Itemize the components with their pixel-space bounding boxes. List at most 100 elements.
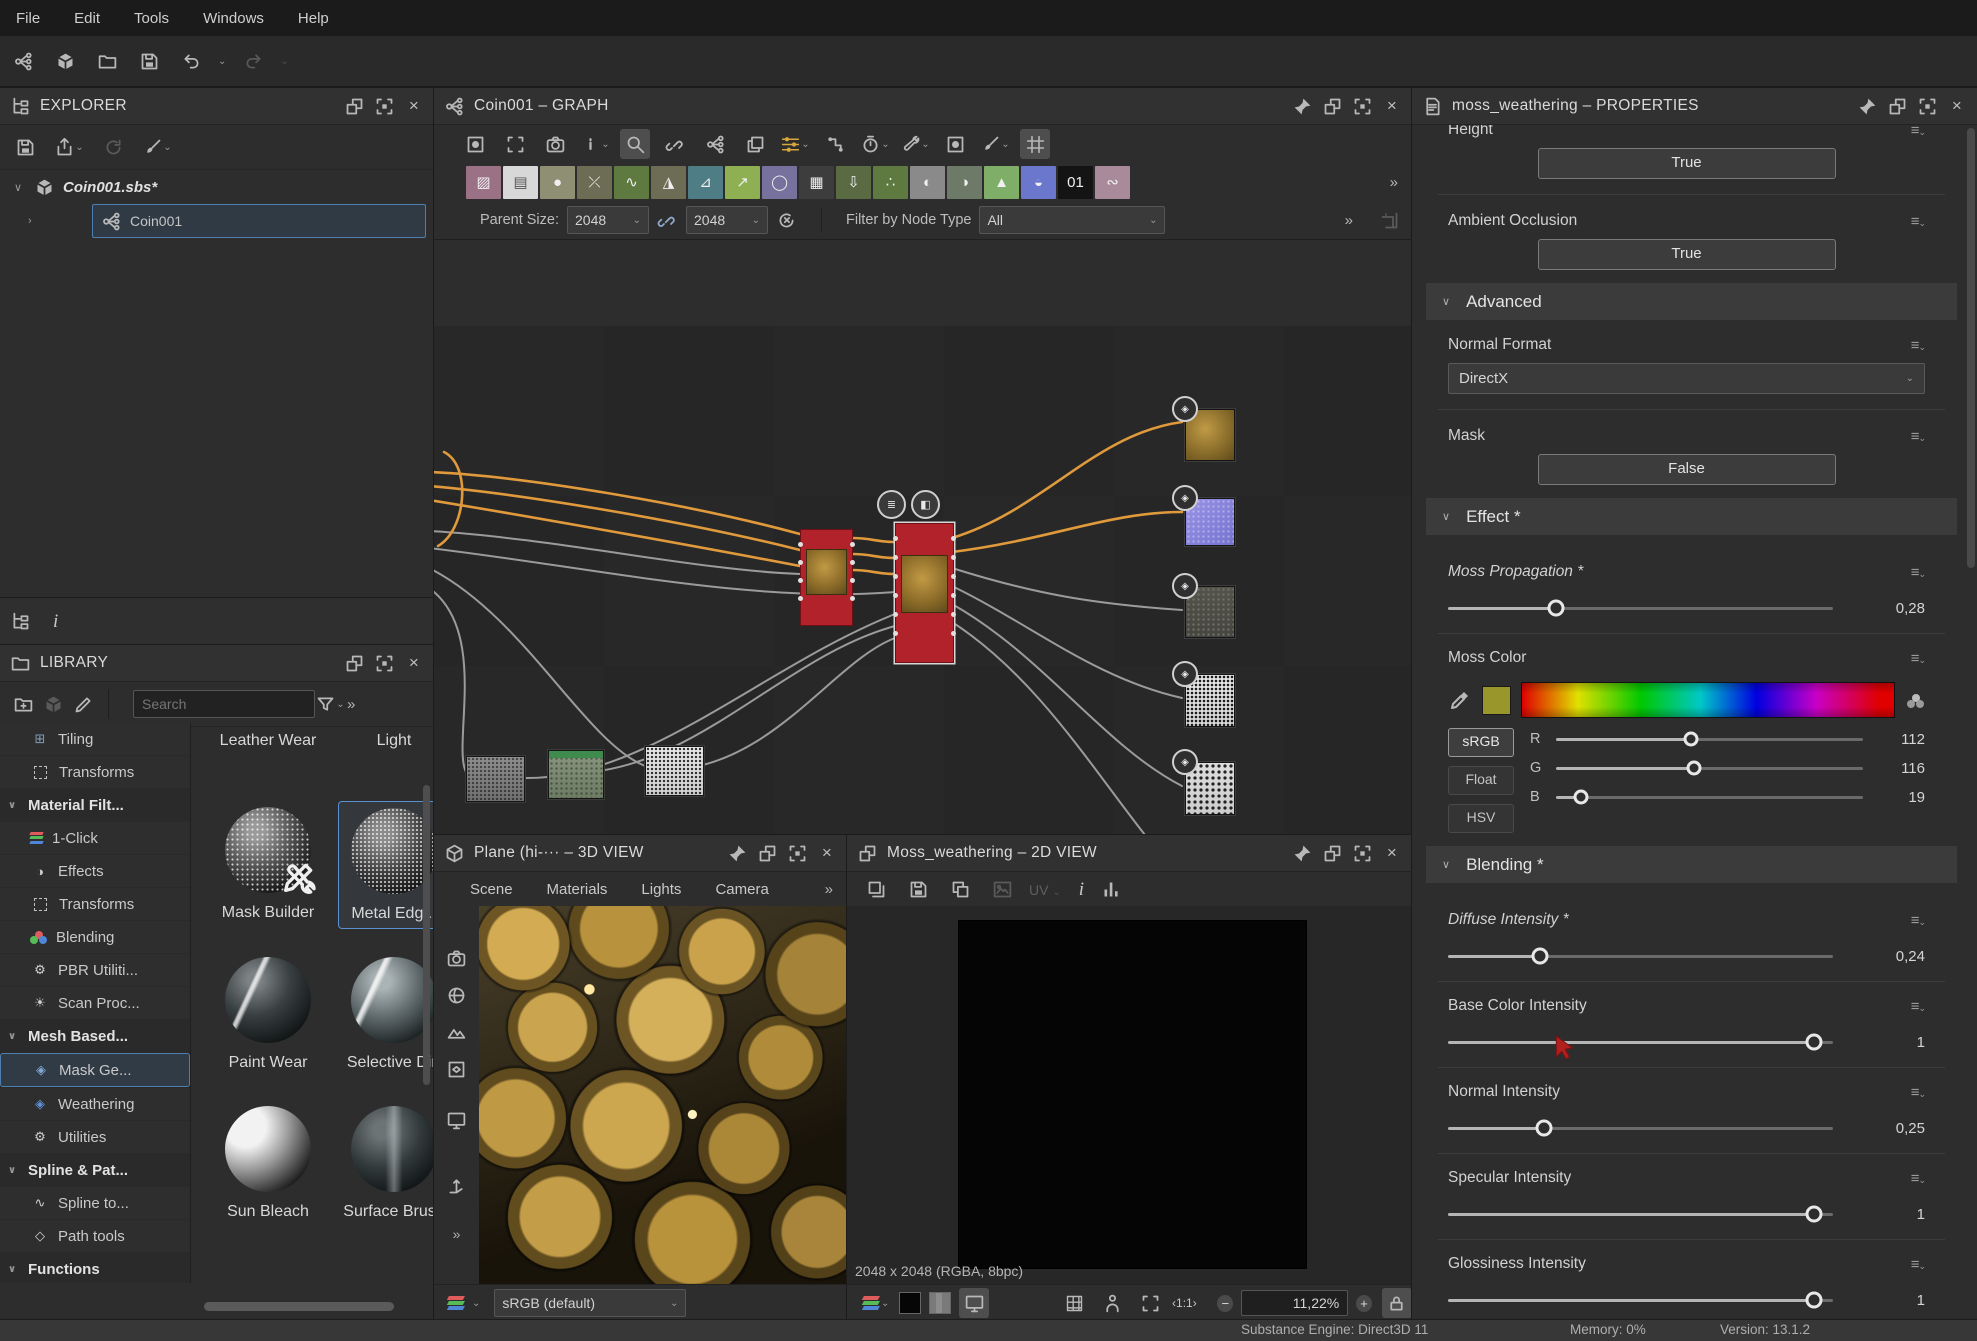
settings-overflow-button[interactable]: »: [1345, 212, 1353, 229]
row-menu-icon[interactable]: ≡⌄: [1911, 1084, 1925, 1101]
library-item-selective-dirt[interactable]: Selective Dirt: [338, 951, 434, 1077]
output-connectors[interactable]: [850, 542, 855, 547]
base-color-intensity-slider[interactable]: [1448, 1041, 1833, 1044]
mask-toggle-button[interactable]: False: [1538, 454, 1836, 485]
parent-height-select[interactable]: 2048⌄: [686, 206, 768, 234]
maximize-panel-icon[interactable]: [1352, 843, 1373, 864]
view-3d-badge-icon[interactable]: ◈: [1172, 396, 1198, 422]
view3d-menu-overflow[interactable]: »: [825, 881, 833, 898]
maximize-panel-icon[interactable]: [787, 843, 808, 864]
pin-panel-icon[interactable]: [1292, 96, 1313, 117]
graph-hierarchy-button[interactable]: [700, 129, 730, 159]
environment-icon[interactable]: [446, 1022, 467, 1043]
display-gamma-button[interactable]: [959, 1288, 989, 1318]
histogram-button[interactable]: [1096, 875, 1126, 905]
menu-help[interactable]: Help: [298, 10, 329, 27]
library-item-light[interactable]: Light: [338, 731, 434, 793]
input-connectors[interactable]: [798, 542, 803, 547]
explorer-reload-button[interactable]: [98, 132, 128, 162]
node-histogram-scan-button[interactable]: ▲: [984, 166, 1019, 199]
library-category-pbr-utiliti[interactable]: ⚙PBR Utiliti...: [0, 954, 190, 986]
channel-b-slider[interactable]: [1556, 796, 1863, 799]
link-size-icon[interactable]: [657, 210, 678, 231]
close-panel-icon[interactable]: ×: [1382, 96, 1402, 116]
uv-overlay-button[interactable]: UV ⌄: [1029, 882, 1061, 898]
menu-file[interactable]: File: [16, 10, 40, 27]
node-warp-button[interactable]: ⊿: [688, 166, 723, 199]
node-blend-button[interactable]: ◐: [910, 166, 945, 199]
color-mode-float-button[interactable]: Float: [1448, 766, 1514, 795]
input-connectors[interactable]: [893, 536, 898, 541]
channel-r-slider[interactable]: [1556, 738, 1863, 741]
moss-color-swatch[interactable]: [1482, 686, 1511, 715]
view-3d-badge-icon[interactable]: ◈: [1172, 749, 1198, 775]
actual-size-button[interactable]: [500, 129, 530, 159]
view-3d-badge-icon[interactable]: ◈: [1172, 661, 1198, 687]
tools-button[interactable]: ⌄: [900, 129, 930, 159]
material-sphere-icon[interactable]: [446, 985, 467, 1006]
menu-windows[interactable]: Windows: [203, 10, 264, 27]
background-gray-swatch[interactable]: [929, 1292, 951, 1314]
node-directional-warp-button[interactable]: ⤫: [577, 166, 612, 199]
library-item-sun-bleach[interactable]: Sun Bleach: [212, 1100, 324, 1226]
view3d-menu-scene[interactable]: Scene: [470, 881, 513, 898]
library-category-utilities[interactable]: ⚙Utilities: [0, 1121, 190, 1153]
zoom-in-button[interactable]: +: [1356, 1295, 1372, 1312]
explorer-export-button[interactable]: ⌄: [54, 132, 84, 162]
float-panel-icon[interactable]: [344, 96, 365, 117]
redo-menu-chevron[interactable]: ⌄: [280, 56, 288, 67]
node-spline-button[interactable]: ∾: [1095, 166, 1130, 199]
node-link-icon[interactable]: [1379, 210, 1400, 231]
node-doc-badge[interactable]: ≣: [877, 490, 906, 519]
float-panel-icon[interactable]: [757, 843, 778, 864]
diffuse-intensity-slider[interactable]: [1448, 955, 1833, 958]
library-category-spline-to[interactable]: ∿Spline to...: [0, 1187, 190, 1219]
node-grayscale-conversion-button[interactable]: 01: [1058, 166, 1093, 199]
info-button[interactable]: ⌄: [580, 129, 610, 159]
explorer-save-button[interactable]: [10, 132, 40, 162]
color-channels-icon[interactable]: [448, 1296, 466, 1311]
connection-style-button[interactable]: [820, 129, 850, 159]
expand-chevron-icon[interactable]: ∨: [10, 181, 26, 194]
glossiness-intensity-slider[interactable]: [1448, 1299, 1833, 1302]
channel-g-slider[interactable]: [1556, 767, 1863, 770]
output-preview-button[interactable]: [940, 129, 970, 159]
node-tile-generator-button[interactable]: ▦: [799, 166, 834, 199]
color-mode-srgb-button[interactable]: sRGB: [1448, 728, 1514, 757]
close-panel-icon[interactable]: ×: [817, 843, 837, 863]
section-blending[interactable]: ∨ Blending *: [1426, 846, 1957, 883]
horizontal-scrollbar[interactable]: [204, 1302, 394, 1311]
search-button[interactable]: [620, 129, 650, 159]
lock-zoom-button[interactable]: [1382, 1288, 1412, 1318]
section-advanced[interactable]: ∨ Advanced: [1426, 283, 1957, 320]
vertical-scrollbar[interactable]: [1967, 128, 1975, 568]
open-file-button[interactable]: [92, 46, 122, 76]
ambient-occlusion-toggle-button[interactable]: True: [1538, 239, 1836, 270]
undo-menu-chevron[interactable]: ⌄: [218, 56, 226, 67]
library-filter-button[interactable]: ⌄: [315, 689, 345, 719]
colorspace-select[interactable]: sRGB (default)⌄: [494, 1289, 686, 1317]
menu-edit[interactable]: Edit: [74, 10, 100, 27]
node-split-badge[interactable]: ◧: [911, 490, 940, 519]
close-panel-icon[interactable]: ×: [1947, 96, 1967, 116]
node-text-button[interactable]: ▤: [503, 166, 538, 199]
renderer-icon[interactable]: [446, 1110, 467, 1131]
new-package-button[interactable]: [50, 46, 80, 76]
slider-handle[interactable]: [1573, 790, 1588, 805]
library-item-surface-brush[interactable]: Surface Brush: [338, 1100, 434, 1226]
maximize-panel-icon[interactable]: [374, 96, 395, 117]
menu-tools[interactable]: Tools: [134, 10, 169, 27]
view3d-menu-camera[interactable]: Camera: [715, 881, 768, 898]
library-item-leather-wear[interactable]: Leather Wear: [212, 731, 324, 793]
library-category-spline-pat[interactable]: ∨Spline & Pat...: [0, 1154, 190, 1186]
info-button[interactable]: i: [1079, 879, 1084, 901]
zoom-out-button[interactable]: −: [1217, 1295, 1233, 1312]
row-menu-icon[interactable]: ≡⌄: [1911, 125, 1925, 139]
reset-size-icon[interactable]: [776, 210, 797, 231]
node-height-blend-button[interactable]: ⇩: [836, 166, 871, 199]
color-mode-hsv-button[interactable]: HSV: [1448, 804, 1514, 833]
save-button[interactable]: [134, 46, 164, 76]
row-menu-icon[interactable]: ≡⌄: [1911, 428, 1925, 445]
specular-intensity-slider[interactable]: [1448, 1213, 1833, 1216]
pin-panel-icon[interactable]: [1292, 843, 1313, 864]
